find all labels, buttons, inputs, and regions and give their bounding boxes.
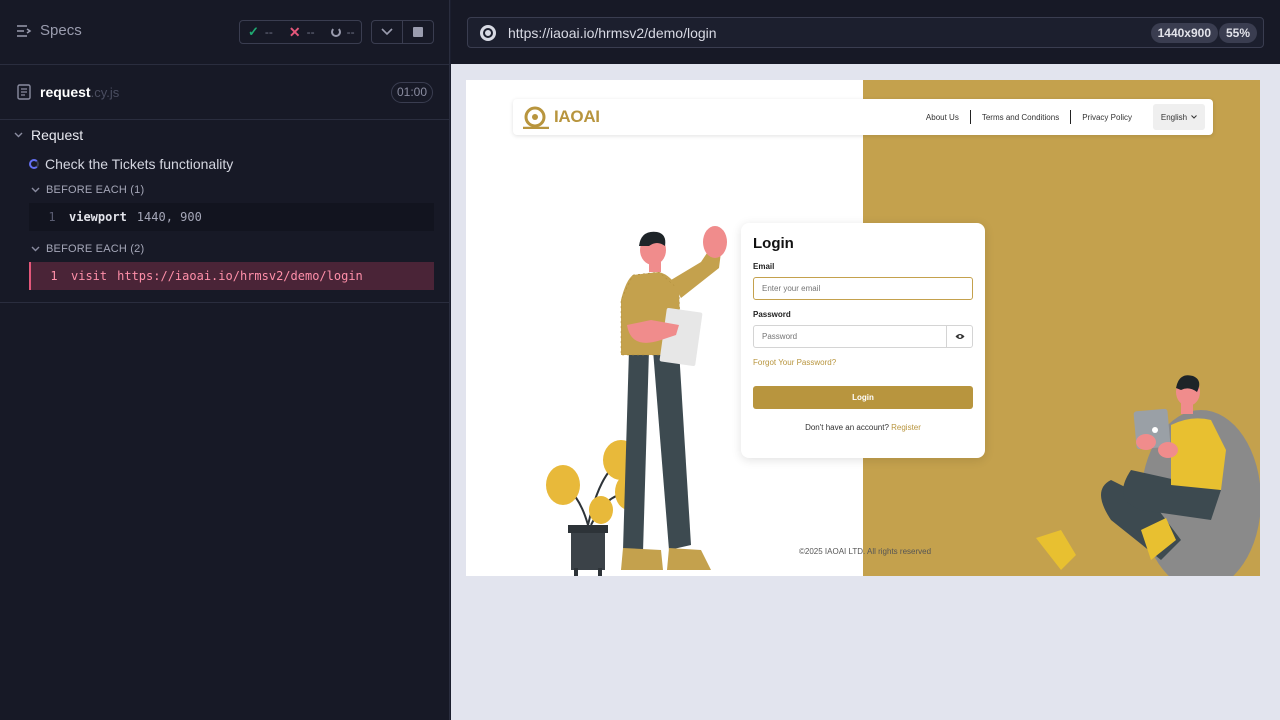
failed-count: -- xyxy=(306,25,315,39)
command-arg: 1440, 900 xyxy=(136,210,202,224)
language-value: English xyxy=(1160,112,1188,122)
command-name: visit xyxy=(71,269,108,283)
site-footer: ©2025 IAOAI LTD. All rights reserved xyxy=(799,547,932,556)
test-reporter: Specs ✓ -- ✕ -- -- request.cy.js 01:00 R… xyxy=(0,0,450,720)
running-icon xyxy=(29,159,39,169)
chevron-down-icon xyxy=(1191,115,1197,119)
standing-man-illustration xyxy=(546,226,727,576)
url-text: https://iaoai.io/hrmsv2/demo/login xyxy=(508,24,717,41)
hook-label: BEFORE EACH (1) xyxy=(46,184,145,196)
app-under-test-panel: https://iaoai.io/hrmsv2/demo/login 1440x… xyxy=(451,0,1280,720)
email-input[interactable] xyxy=(753,277,973,300)
failed-stat: ✕ -- xyxy=(289,24,315,41)
nav-terms-link[interactable]: Terms and Conditions xyxy=(971,113,1070,122)
eye-icon xyxy=(955,334,964,339)
suite-title[interactable]: Request xyxy=(14,127,83,143)
suite-title-text: Request xyxy=(31,127,84,143)
spec-row: request.cy.js 01:00 xyxy=(0,65,449,120)
specs-list-icon xyxy=(17,24,32,37)
password-label: Password xyxy=(753,310,791,319)
test-title[interactable]: Check the Tickets functionality xyxy=(29,156,233,172)
login-title: Login xyxy=(753,235,794,252)
stop-button[interactable] xyxy=(403,21,433,43)
command-name: viewport xyxy=(69,210,127,224)
viewport-badge[interactable]: 1440x900 xyxy=(1150,23,1218,43)
command-row-viewport[interactable]: 1 viewport 1440, 900 xyxy=(29,203,434,231)
aut-iframe: IAOAI About Us Terms and Conditions Priv… xyxy=(466,80,1260,576)
login-button[interactable]: Login xyxy=(753,386,973,409)
site-navbar: IAOAI About Us Terms and Conditions Priv… xyxy=(513,99,1213,135)
spec-name-text: request xyxy=(40,84,91,100)
chevron-down-icon xyxy=(14,132,23,138)
hook-label: BEFORE EACH (2) xyxy=(46,243,145,255)
register-link[interactable]: Register xyxy=(891,423,921,432)
stop-icon xyxy=(413,27,423,37)
spec-file-name: request.cy.js xyxy=(40,84,119,100)
chevron-down-icon xyxy=(31,246,40,252)
hook-before-each-2[interactable]: BEFORE EACH (2) xyxy=(31,243,144,255)
pending-stat: -- xyxy=(330,25,355,39)
pending-count: -- xyxy=(346,25,355,39)
register-line: Don't have an account? Register xyxy=(741,423,985,432)
passed-count: -- xyxy=(264,25,273,39)
nav-privacy-link[interactable]: Privacy Policy xyxy=(1071,113,1143,122)
specs-label: Specs xyxy=(40,22,82,39)
test-title-text: Check the Tickets functionality xyxy=(45,156,234,172)
forgot-password-link[interactable]: Forgot Your Password? xyxy=(753,358,836,367)
no-account-text: Don't have an account? xyxy=(805,423,889,432)
passed-stat: ✓ -- xyxy=(248,24,273,40)
command-number: 1 xyxy=(48,210,56,224)
site-logo[interactable]: IAOAI xyxy=(521,105,600,129)
login-card: Login Email Password Forgot Your Passwor… xyxy=(741,223,985,458)
collapse-button[interactable] xyxy=(372,21,403,43)
nav-links: About Us Terms and Conditions Privacy Po… xyxy=(915,104,1205,130)
x-icon: ✕ xyxy=(288,23,301,40)
zoom-badge[interactable]: 55% xyxy=(1218,23,1257,43)
spec-ext-text: .cy.js xyxy=(90,85,120,100)
url-bar[interactable]: https://iaoai.io/hrmsv2/demo/login 1440x… xyxy=(467,17,1264,48)
chevron-down-icon xyxy=(381,28,393,36)
suite-block: Request Check the Tickets functionality … xyxy=(0,120,449,303)
command-row-visit[interactable]: 1 visit https://iaoai.io/hrmsv2/demo/log… xyxy=(29,262,434,290)
password-input[interactable] xyxy=(753,325,947,348)
globe-icon xyxy=(480,24,496,41)
logo-text: IAOAI xyxy=(554,107,600,126)
sitting-man-illustration xyxy=(1036,375,1260,576)
run-controls xyxy=(371,20,434,44)
email-label: Email xyxy=(753,262,775,271)
test-stats: ✓ -- ✕ -- -- xyxy=(239,20,362,44)
url-strip: https://iaoai.io/hrmsv2/demo/login 1440x… xyxy=(451,0,1280,64)
check-icon: ✓ xyxy=(248,24,259,39)
chevron-down-icon xyxy=(31,187,40,193)
command-number: 1 xyxy=(50,269,58,283)
file-icon xyxy=(17,84,31,100)
command-arg: https://iaoai.io/hrmsv2/demo/login xyxy=(117,269,363,283)
logo-mark-icon xyxy=(523,106,549,129)
nav-about-link[interactable]: About Us xyxy=(915,113,970,122)
specs-button[interactable]: Specs xyxy=(16,22,82,39)
pending-spinner-icon xyxy=(330,27,341,37)
reporter-header: Specs ✓ -- ✕ -- -- xyxy=(0,0,449,65)
language-select[interactable]: English xyxy=(1153,104,1205,130)
show-password-button[interactable] xyxy=(946,325,973,348)
hook-before-each-1[interactable]: BEFORE EACH (1) xyxy=(31,184,144,196)
spec-duration: 01:00 xyxy=(391,82,433,103)
